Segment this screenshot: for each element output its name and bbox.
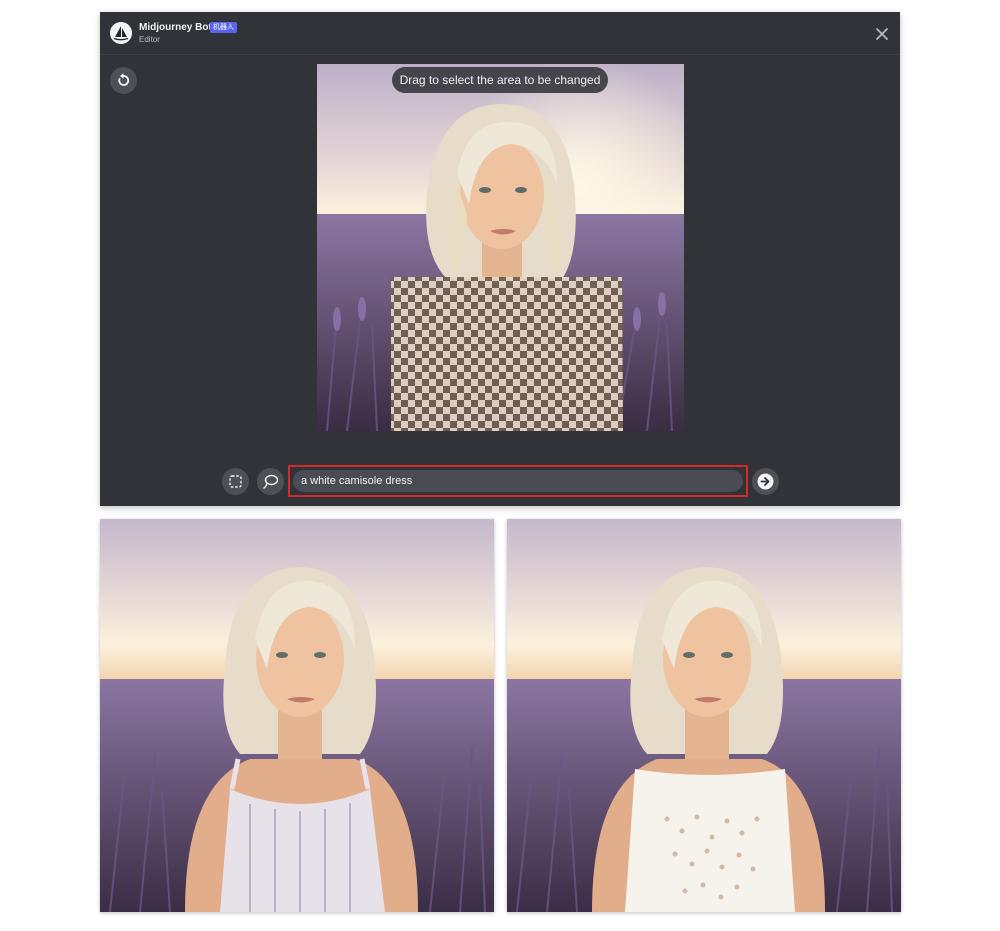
lasso-select-button[interactable] [257,468,284,495]
selection-hint: Drag to select the area to be changed [392,67,608,93]
editor-header: Midjourney Bot 机器人 Editor [100,12,900,55]
original-result-image [100,519,494,912]
bot-name: Midjourney Bot [139,22,212,33]
editor-subtitle: Editor [139,35,160,44]
close-button[interactable] [872,24,892,44]
rectangle-select-icon [229,475,242,488]
edited-result-image [507,519,901,912]
portrait-image [317,64,684,431]
sailboat-logo-icon [110,22,132,44]
prompt-input[interactable] [293,470,743,492]
portrait-edited [507,519,901,912]
prompt-highlight [288,465,748,497]
undo-icon [118,73,130,86]
lasso-icon [263,474,279,489]
close-icon [876,28,888,40]
bot-badge: 机器人 [210,22,237,33]
undo-button[interactable] [110,67,137,94]
portrait-original [100,519,494,912]
rectangle-select-button[interactable] [222,468,249,495]
submit-button[interactable] [752,468,779,495]
arrow-right-icon [757,473,774,490]
image-canvas[interactable]: Drag to select the area to be changed [317,64,684,431]
vary-region-editor: Midjourney Bot 机器人 Editor Drag to select… [100,12,900,506]
bot-avatar[interactable] [110,22,132,44]
